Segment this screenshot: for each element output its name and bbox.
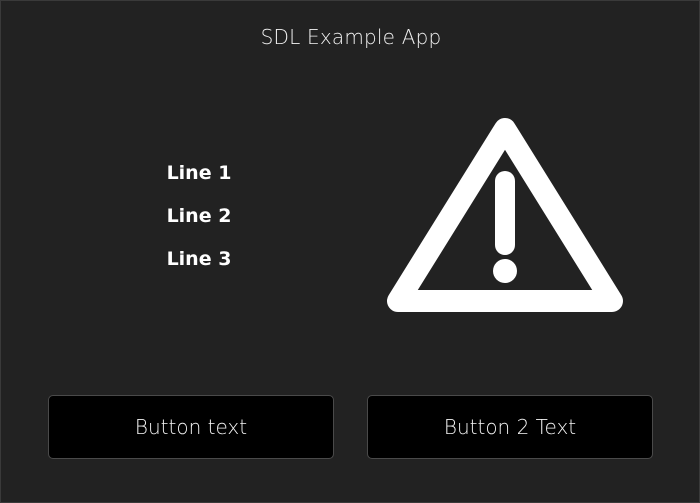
line-item-2: Line 2 [166, 205, 232, 227]
warning-icon [384, 117, 626, 315]
line-item-1: Line 1 [166, 162, 232, 184]
button-2[interactable]: Button 2 Text [367, 395, 653, 459]
button-1[interactable]: Button text [48, 395, 334, 459]
line-item-3: Line 3 [166, 248, 232, 270]
window-title: SDL Example App [260, 25, 442, 49]
app-window: SDL Example App Line 1 Line 2 Line 3 But… [0, 0, 700, 503]
text-lines: Line 1 Line 2 Line 3 [101, 154, 297, 283]
